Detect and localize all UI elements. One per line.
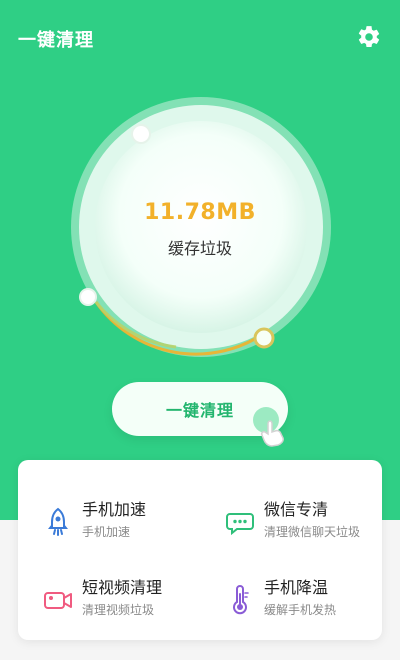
feature-title: 手机加速: [82, 500, 147, 519]
feature-title: 手机降温: [264, 578, 329, 597]
orb-graphic: [71, 97, 331, 357]
feature-subtitle: 清理视频垃圾: [82, 603, 155, 617]
feature-subtitle: 手机加速: [82, 525, 131, 539]
rocket-icon: [48, 507, 68, 536]
one-click-clean-label: 一键清理: [165, 401, 234, 420]
cleaner-orb: [66, 92, 336, 362]
feature-subtitle: 缓解手机发热: [264, 603, 337, 617]
chat-icon: [226, 513, 254, 536]
feature-short-video-clean[interactable]: 短视频清理 清理视频垃圾: [18, 568, 193, 628]
pointer-hand-icon: [253, 407, 284, 447]
video-icon: [44, 592, 72, 609]
feature-phone-boost[interactable]: 手机加速 手机加速: [18, 490, 193, 550]
feature-phone-cooling[interactable]: 手机降温 缓解手机发热: [200, 568, 375, 628]
feature-card: 手机加速 手机加速 微信专清 清理微信聊天垃圾 短视频清理 清理视频垃圾 手机降…: [18, 460, 382, 640]
feature-title: 微信专清: [264, 500, 329, 519]
feature-wechat-clean[interactable]: 微信专清 清理微信聊天垃圾: [200, 490, 375, 550]
feature-title: 短视频清理: [82, 578, 163, 597]
cache-size-label: 缓存垃圾: [167, 239, 232, 258]
feature-subtitle: 清理微信聊天垃圾: [264, 525, 361, 539]
gear-icon[interactable]: [356, 24, 382, 50]
page-title: 一键清理: [18, 30, 94, 51]
thermometer-icon: [233, 585, 249, 615]
cache-size-value: 11.78MB: [144, 200, 256, 225]
